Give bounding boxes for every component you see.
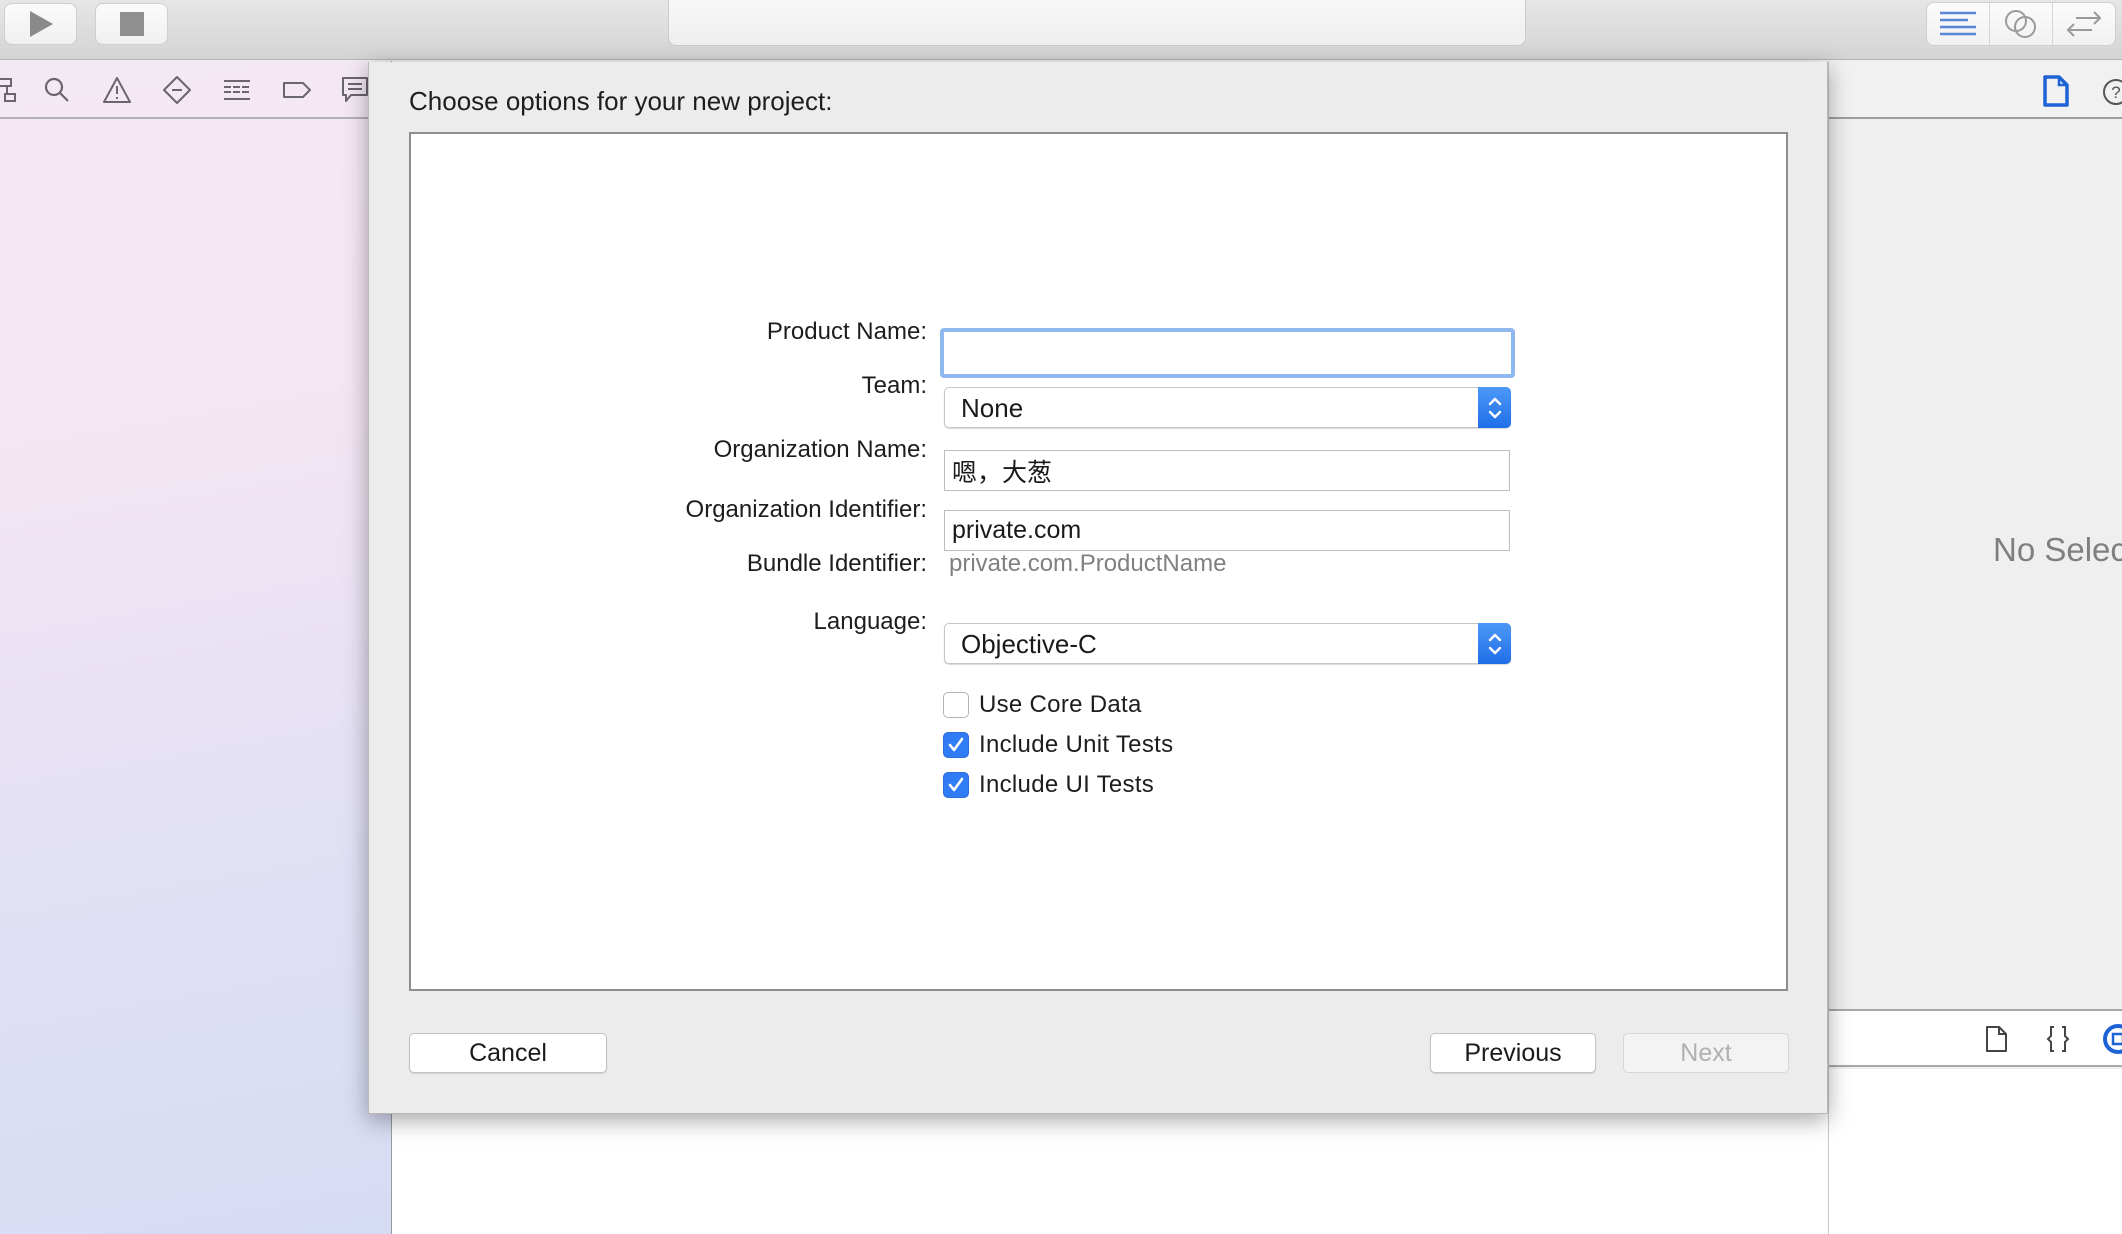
checkmark-icon <box>948 737 964 752</box>
product-name-input[interactable] <box>940 328 1515 378</box>
include-ui-tests-checkbox[interactable] <box>943 772 969 798</box>
organization-name-label: Organization Name: <box>713 436 927 463</box>
include-unit-tests-option[interactable]: Include Unit Tests <box>943 730 1173 760</box>
bundle-identifier-label: Bundle Identifier: <box>746 550 927 577</box>
no-selection-label: No Selection <box>1993 531 2122 568</box>
object-library-icon[interactable] <box>2102 1023 2122 1060</box>
include-ui-tests-option[interactable]: Include UI Tests <box>943 770 1154 800</box>
language-label: Language: <box>813 608 927 635</box>
include-unit-tests-checkbox[interactable] <box>943 732 969 758</box>
activity-viewer <box>668 0 1526 46</box>
new-project-options-sheet: Choose options for your new project: Pro… <box>368 62 1828 1114</box>
team-select-value: None <box>961 393 1024 423</box>
code-snippet-icon[interactable] <box>2045 1025 2071 1058</box>
svg-text:?: ? <box>2111 83 2120 102</box>
warning-icon[interactable] <box>102 75 132 105</box>
file-template-icon[interactable] <box>1985 1025 2009 1058</box>
options-panel: Product Name: Team: None Organization Na… <box>409 132 1788 991</box>
checkmark-icon <box>948 777 964 792</box>
run-button[interactable] <box>4 3 77 45</box>
inspector-selector-bar: ? <box>1829 61 2122 119</box>
project-navigator <box>0 61 392 1234</box>
library-selector-bar <box>1829 1009 2122 1067</box>
team-select[interactable]: None <box>944 387 1511 428</box>
arrows-left-right-icon <box>2066 11 2102 37</box>
assistant-editor-button[interactable] <box>1990 3 2053 45</box>
language-select[interactable]: Objective-C <box>944 623 1511 664</box>
bundle-identifier-value: private.com.ProductName <box>949 550 1227 577</box>
stop-button[interactable] <box>95 3 168 45</box>
editor-mode-control[interactable] <box>1926 2 2116 46</box>
language-select-value: Objective-C <box>961 629 1097 659</box>
comment-icon[interactable] <box>340 75 370 105</box>
up-down-chevron-icon <box>1478 623 1511 664</box>
dialog-title: Choose options for your new project: <box>409 86 833 116</box>
up-down-chevron-icon <box>1478 387 1511 428</box>
play-icon <box>29 11 53 37</box>
help-icon[interactable]: ? <box>2101 77 2122 112</box>
breakpoint-diamond-icon[interactable] <box>162 75 192 105</box>
editor-area <box>392 1114 1828 1234</box>
navigator-selector-bar <box>0 61 392 119</box>
search-icon[interactable] <box>42 75 72 105</box>
next-button[interactable]: Next <box>1623 1033 1789 1073</box>
version-editor-button[interactable] <box>2053 3 2115 45</box>
lines-icon <box>1940 11 1976 36</box>
include-ui-tests-label: Include UI Tests <box>979 771 1155 798</box>
use-core-data-checkbox[interactable] <box>943 692 969 718</box>
include-unit-tests-label: Include Unit Tests <box>979 731 1174 758</box>
previous-button[interactable]: Previous <box>1430 1033 1596 1073</box>
stop-icon <box>119 12 144 36</box>
window-toolbar <box>0 0 2122 60</box>
use-core-data-label: Use Core Data <box>979 691 1142 718</box>
team-label: Team: <box>861 372 927 399</box>
use-core-data-option[interactable]: Use Core Data <box>943 690 1142 720</box>
overlapping-circles-icon <box>2005 10 2036 38</box>
standard-editor-button[interactable] <box>1927 3 1990 45</box>
utilities-inspector: ? No Selection <box>1828 61 2122 1234</box>
organization-name-input[interactable]: 嗯，大葱 <box>944 450 1510 491</box>
cancel-button[interactable]: Cancel <box>409 1033 607 1073</box>
library-content <box>1829 1069 2122 1234</box>
product-name-label: Product Name: <box>766 318 927 345</box>
organization-identifier-label: Organization Identifier: <box>685 496 927 523</box>
hierarchy-icon[interactable] <box>0 75 22 105</box>
file-icon[interactable] <box>2042 75 2070 112</box>
organization-identifier-input[interactable]: private.com <box>944 510 1510 551</box>
list-icon[interactable] <box>222 75 252 105</box>
tag-icon[interactable] <box>282 75 312 105</box>
